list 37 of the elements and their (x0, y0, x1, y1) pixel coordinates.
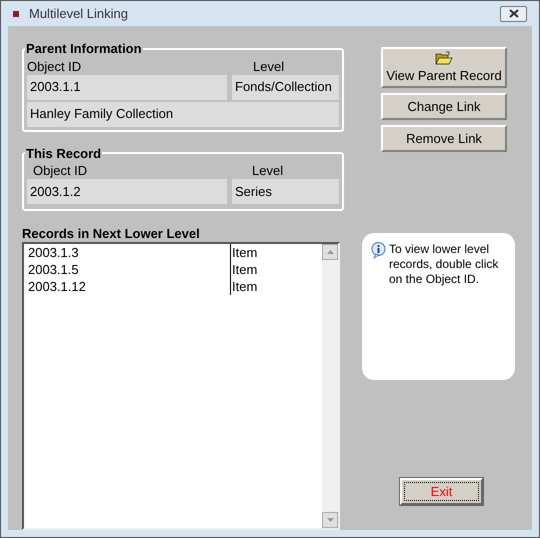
folder-icon (435, 51, 453, 66)
close-icon (508, 9, 518, 18)
up-arrow-icon (326, 250, 334, 254)
info-text: To view lower level records, double click on the Object ID. (389, 242, 500, 288)
level-field[interactable]: Fonds/Collection (232, 74, 339, 100)
close-button[interactable] (500, 6, 527, 22)
collection-name-field[interactable]: Hanley Family Collection (27, 102, 339, 126)
scroll-down-button[interactable] (322, 512, 338, 528)
column-header: Object ID (32, 163, 88, 178)
group-title: This Record (25, 144, 102, 162)
level-cell: Item (231, 244, 258, 261)
object-id-field[interactable]: 2003.1.1 (27, 74, 227, 100)
list-title: Records in Next Lower Level (22, 226, 201, 241)
record-row[interactable]: 2003.1.12 Item (26, 278, 322, 295)
object-id-cell: 2003.1.5 (26, 261, 231, 278)
scroll-up-button[interactable] (322, 244, 338, 260)
view-parent-button[interactable]: View Parent Record (381, 47, 507, 88)
link-button[interactable]: Change Link (381, 93, 507, 120)
object-id-cell: 2003.1.3 (26, 244, 231, 261)
object-id-field[interactable]: 2003.1.2 (27, 179, 227, 204)
column-header: Level (252, 163, 284, 178)
group-title: Parent Information (25, 40, 143, 58)
app-icon (13, 10, 19, 16)
object-id-cell: 2003.1.12 (26, 278, 231, 295)
records-list[interactable]: 2003.1.3 Item 2003.1.5 Item 2003.1.12 Item (22, 242, 340, 530)
window-title: Multilevel Linking (29, 4, 128, 23)
scrollbar[interactable] (322, 244, 338, 528)
column-header: Level (253, 58, 284, 74)
link-button[interactable]: Remove Link (381, 125, 507, 152)
record-row[interactable]: 2003.1.5 Item (26, 261, 322, 278)
down-arrow-icon (326, 518, 334, 522)
record-row[interactable]: 2003.1.3 Item (26, 244, 322, 261)
level-cell: Item (231, 278, 258, 295)
level-field[interactable]: Series (232, 179, 339, 204)
info-icon (371, 242, 386, 259)
level-cell: Item (231, 261, 258, 278)
column-header: Object ID (27, 58, 82, 74)
